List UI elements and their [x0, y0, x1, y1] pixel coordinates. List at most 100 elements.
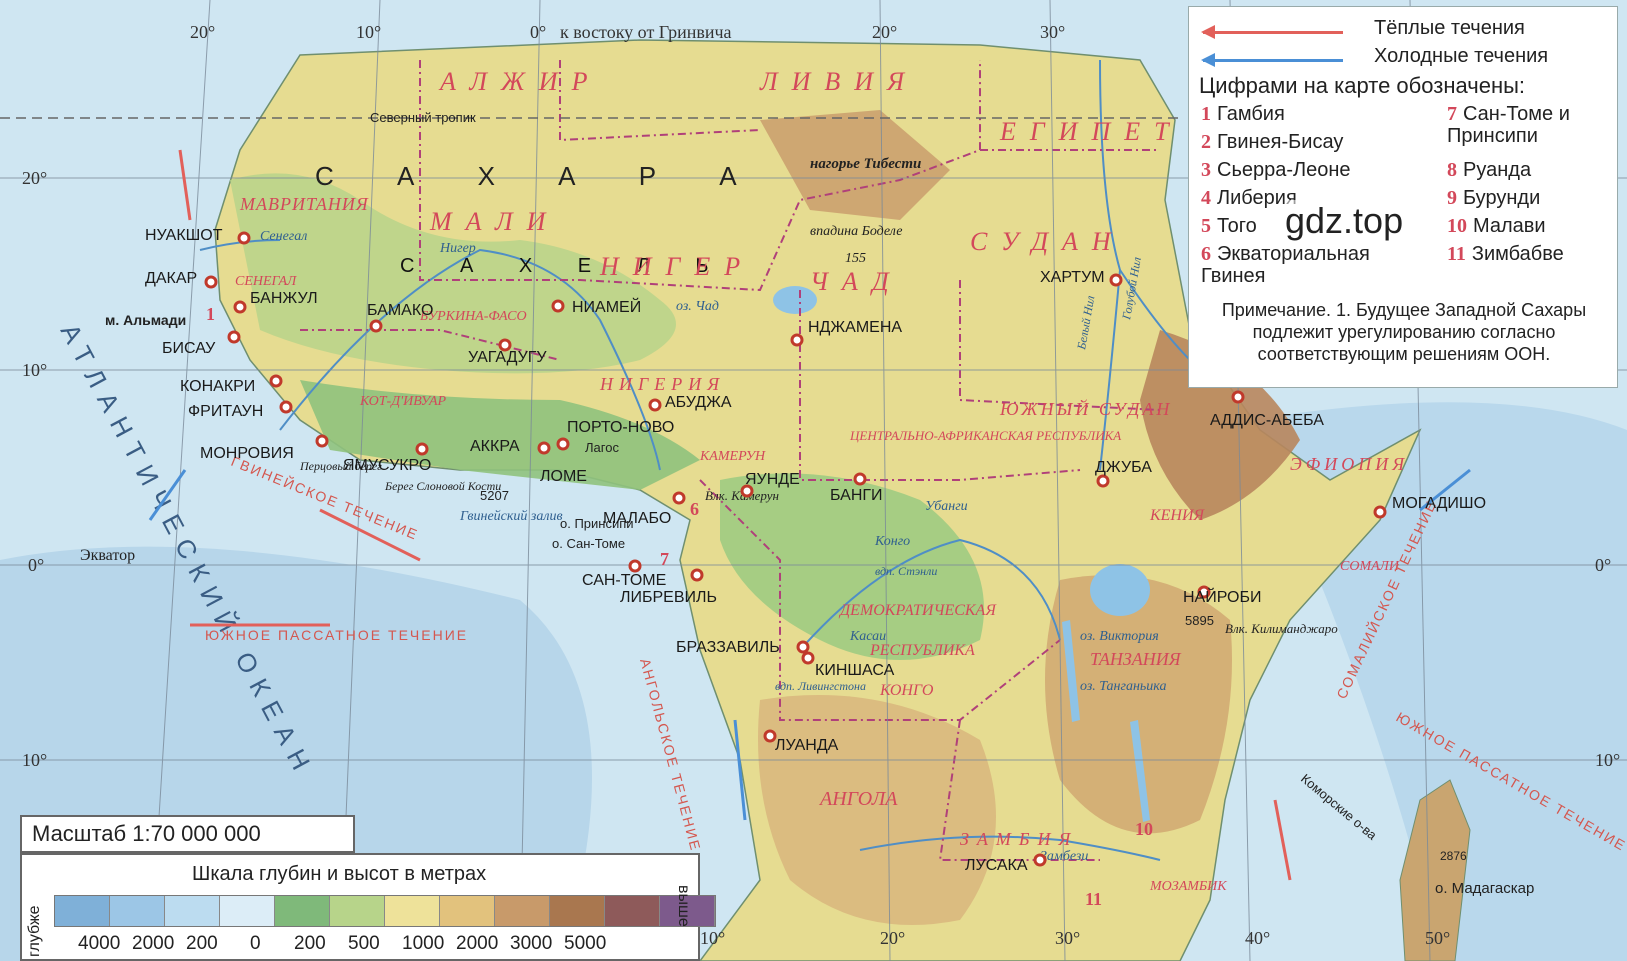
depth-swatch-0 — [55, 896, 110, 926]
legend-note: Примечание. 1. Будущее Западной Сахары п… — [1221, 300, 1587, 364]
lake-tanganyika-label: оз. Танганьика — [1080, 679, 1166, 694]
depth-swatch-6 — [385, 896, 440, 926]
country-egypt: ЕГИПЕТ — [999, 117, 1183, 146]
gulf-label: Гвинейский залив — [459, 509, 563, 524]
depth-tick-4: 200 — [294, 933, 326, 954]
city-label-lome: ЛОМЕ — [540, 468, 587, 485]
city-dot-bamako — [369, 319, 383, 333]
stanley-falls-label: вдп. Стэнли — [875, 564, 937, 578]
city-label-bissau: БИСАУ — [162, 340, 216, 357]
city-label-sao-tome: САН-ТОМЕ — [582, 572, 666, 589]
depth-tick-2: 200 — [186, 933, 218, 954]
city-dot-libreville — [690, 568, 704, 582]
depth-swatch-5 — [330, 896, 385, 926]
city-label-dakar: ДАКАР — [145, 270, 197, 287]
city-label-nairobi: НАЙРОБИ — [1183, 587, 1262, 606]
senegal-river-label: Сенегал — [260, 229, 307, 244]
south-trade-current-label: ЮЖНОЕ ПАССАТНОЕ ТЕЧЕНИЕ — [205, 627, 468, 643]
city-dot-lusaka — [1033, 853, 1047, 867]
country-algeria: АЛЖИР — [438, 67, 601, 96]
legend-item-2: 2 Гвинея-Бисау — [1201, 131, 1344, 153]
lon-bottom-20: 20° — [880, 928, 905, 948]
country-car: ЦЕНТРАЛЬНО-АФРИКАНСКАЯ РЕСПУБЛИКА — [849, 428, 1121, 443]
depth-tick-7: 2000 — [456, 933, 499, 954]
city-label-freetown: ФРИТАУН — [188, 403, 263, 420]
city-label-luanda: ЛУАНДА — [775, 737, 839, 754]
warm-current-legend-label: Тёплые течения — [1374, 17, 1525, 39]
lon-label-20e: 20° — [872, 22, 897, 42]
equator-label: Экватор — [80, 547, 135, 564]
depth-color-swatches — [54, 895, 716, 927]
city-dot-conakry — [269, 374, 283, 388]
depth-swatch-8 — [495, 896, 550, 926]
city-dot-nouakchott — [237, 231, 251, 245]
city-label-brazzaville: БРАЗЗАВИЛЬ — [676, 639, 780, 656]
country-niger: НИГЕР — [599, 252, 754, 281]
country-senegal: СЕНЕГАЛ — [235, 274, 298, 289]
city-dot-addis-ababa — [1231, 390, 1245, 404]
city-label-khartoum: ХАРТУМ — [1040, 269, 1105, 286]
map-legend: Тёплые течения Холодные течения Цифрами … — [1188, 6, 1618, 388]
lon-label-20w: 20° — [190, 22, 215, 42]
city-dot-brazzaville — [796, 640, 810, 654]
depth-swatch-3 — [220, 896, 275, 926]
country-mali: МАЛИ — [429, 207, 559, 236]
city-label-yaounde: ЯУНДЕ — [745, 471, 800, 488]
city-label-ouagadougou: УАГАДУГУ — [468, 349, 547, 366]
country-tanzania: ТАНЗАНИЯ — [1090, 649, 1182, 669]
lat-label-20n: 20° — [22, 168, 47, 188]
depth-higher-label: выше — [675, 885, 692, 927]
madagascar-peak: 2876 — [1440, 849, 1467, 863]
map-scale: Масштаб 1:70 000 000 — [20, 815, 355, 853]
lat-label-0: 0° — [28, 555, 44, 575]
city-label-banjul: БАНЖУЛ — [250, 290, 318, 307]
country-angola: АНГОЛА — [818, 788, 898, 810]
lon-label-10w: 10° — [356, 22, 381, 42]
depth-swatch-10 — [605, 896, 660, 926]
depth-deeper-label: глубже — [26, 905, 43, 957]
legend-item-9: 9 Бурунди — [1447, 187, 1541, 209]
city-label-accra: АККРА — [470, 438, 520, 455]
city-dot-juba — [1096, 474, 1110, 488]
depth-height-scale: Шкала глубин и высот в метрах глубже 400… — [20, 853, 716, 961]
depth-scale-title: Шкала глубин и высот в метрах — [192, 863, 487, 885]
city-label-abuja: АБУДЖА — [665, 394, 732, 411]
legend-item-6: 6 Экваториальная Гвинея — [1201, 243, 1370, 287]
country-mozambique: МОЗАМБИК — [1149, 879, 1227, 894]
lon-caption: к востоку от Гринвича — [560, 22, 732, 42]
city-label-libreville: ЛИБРЕВИЛЬ — [620, 589, 717, 606]
warm-current-legend-arrow — [1201, 25, 1343, 39]
map-number-11: 11 — [1085, 889, 1102, 909]
city-dot-sao-tome — [628, 559, 642, 573]
city-dot-luanda — [763, 729, 777, 743]
city-dot-abuja — [648, 398, 662, 412]
city-label-nouakchott: НУАКШОТ — [145, 227, 223, 244]
city-dot-mogadishu — [1373, 505, 1387, 519]
country-kenya: КЕНИЯ — [1149, 507, 1206, 524]
map-number-1: 1 — [206, 304, 215, 324]
ubangi-river-label: Убанги — [925, 499, 968, 514]
city-dot-kinshasa — [801, 651, 815, 665]
lon-label-30e: 30° — [1040, 22, 1065, 42]
map-number-6: 6 — [690, 499, 699, 519]
lat-label-10s: 10° — [22, 750, 47, 770]
city-dot-khartoum — [1109, 273, 1123, 287]
city-dot-malabo — [672, 491, 686, 505]
map-number-7: 7 — [660, 549, 669, 569]
depth-tick-3: 0 — [250, 933, 261, 954]
legend-item-8: 8 Руанда — [1447, 159, 1532, 181]
legend-item-5: 5 Того — [1201, 215, 1257, 237]
kilimanjaro-label: Влк. Килиманджаро — [1225, 621, 1338, 636]
kilimanjaro-height: 5895 — [1185, 613, 1214, 628]
country-libya: ЛИВИЯ — [759, 67, 918, 96]
city-label-addis-ababa: АДДИС-АБЕБА — [1210, 412, 1324, 429]
madagascar-label: о. Мадагаскар — [1435, 880, 1534, 897]
kasai-river-label: Касаи — [849, 629, 886, 644]
map-number-10: 10 — [1135, 819, 1153, 839]
country-nigeria: НИГЕРИЯ — [599, 374, 725, 394]
depth-tick-5: 500 — [348, 933, 380, 954]
niger-river-label: Нигер — [439, 241, 476, 256]
depth-tick-6: 1000 — [402, 933, 445, 954]
city-dot-freetown — [279, 400, 293, 414]
lat-label-10s-right: 10° — [1595, 750, 1620, 770]
